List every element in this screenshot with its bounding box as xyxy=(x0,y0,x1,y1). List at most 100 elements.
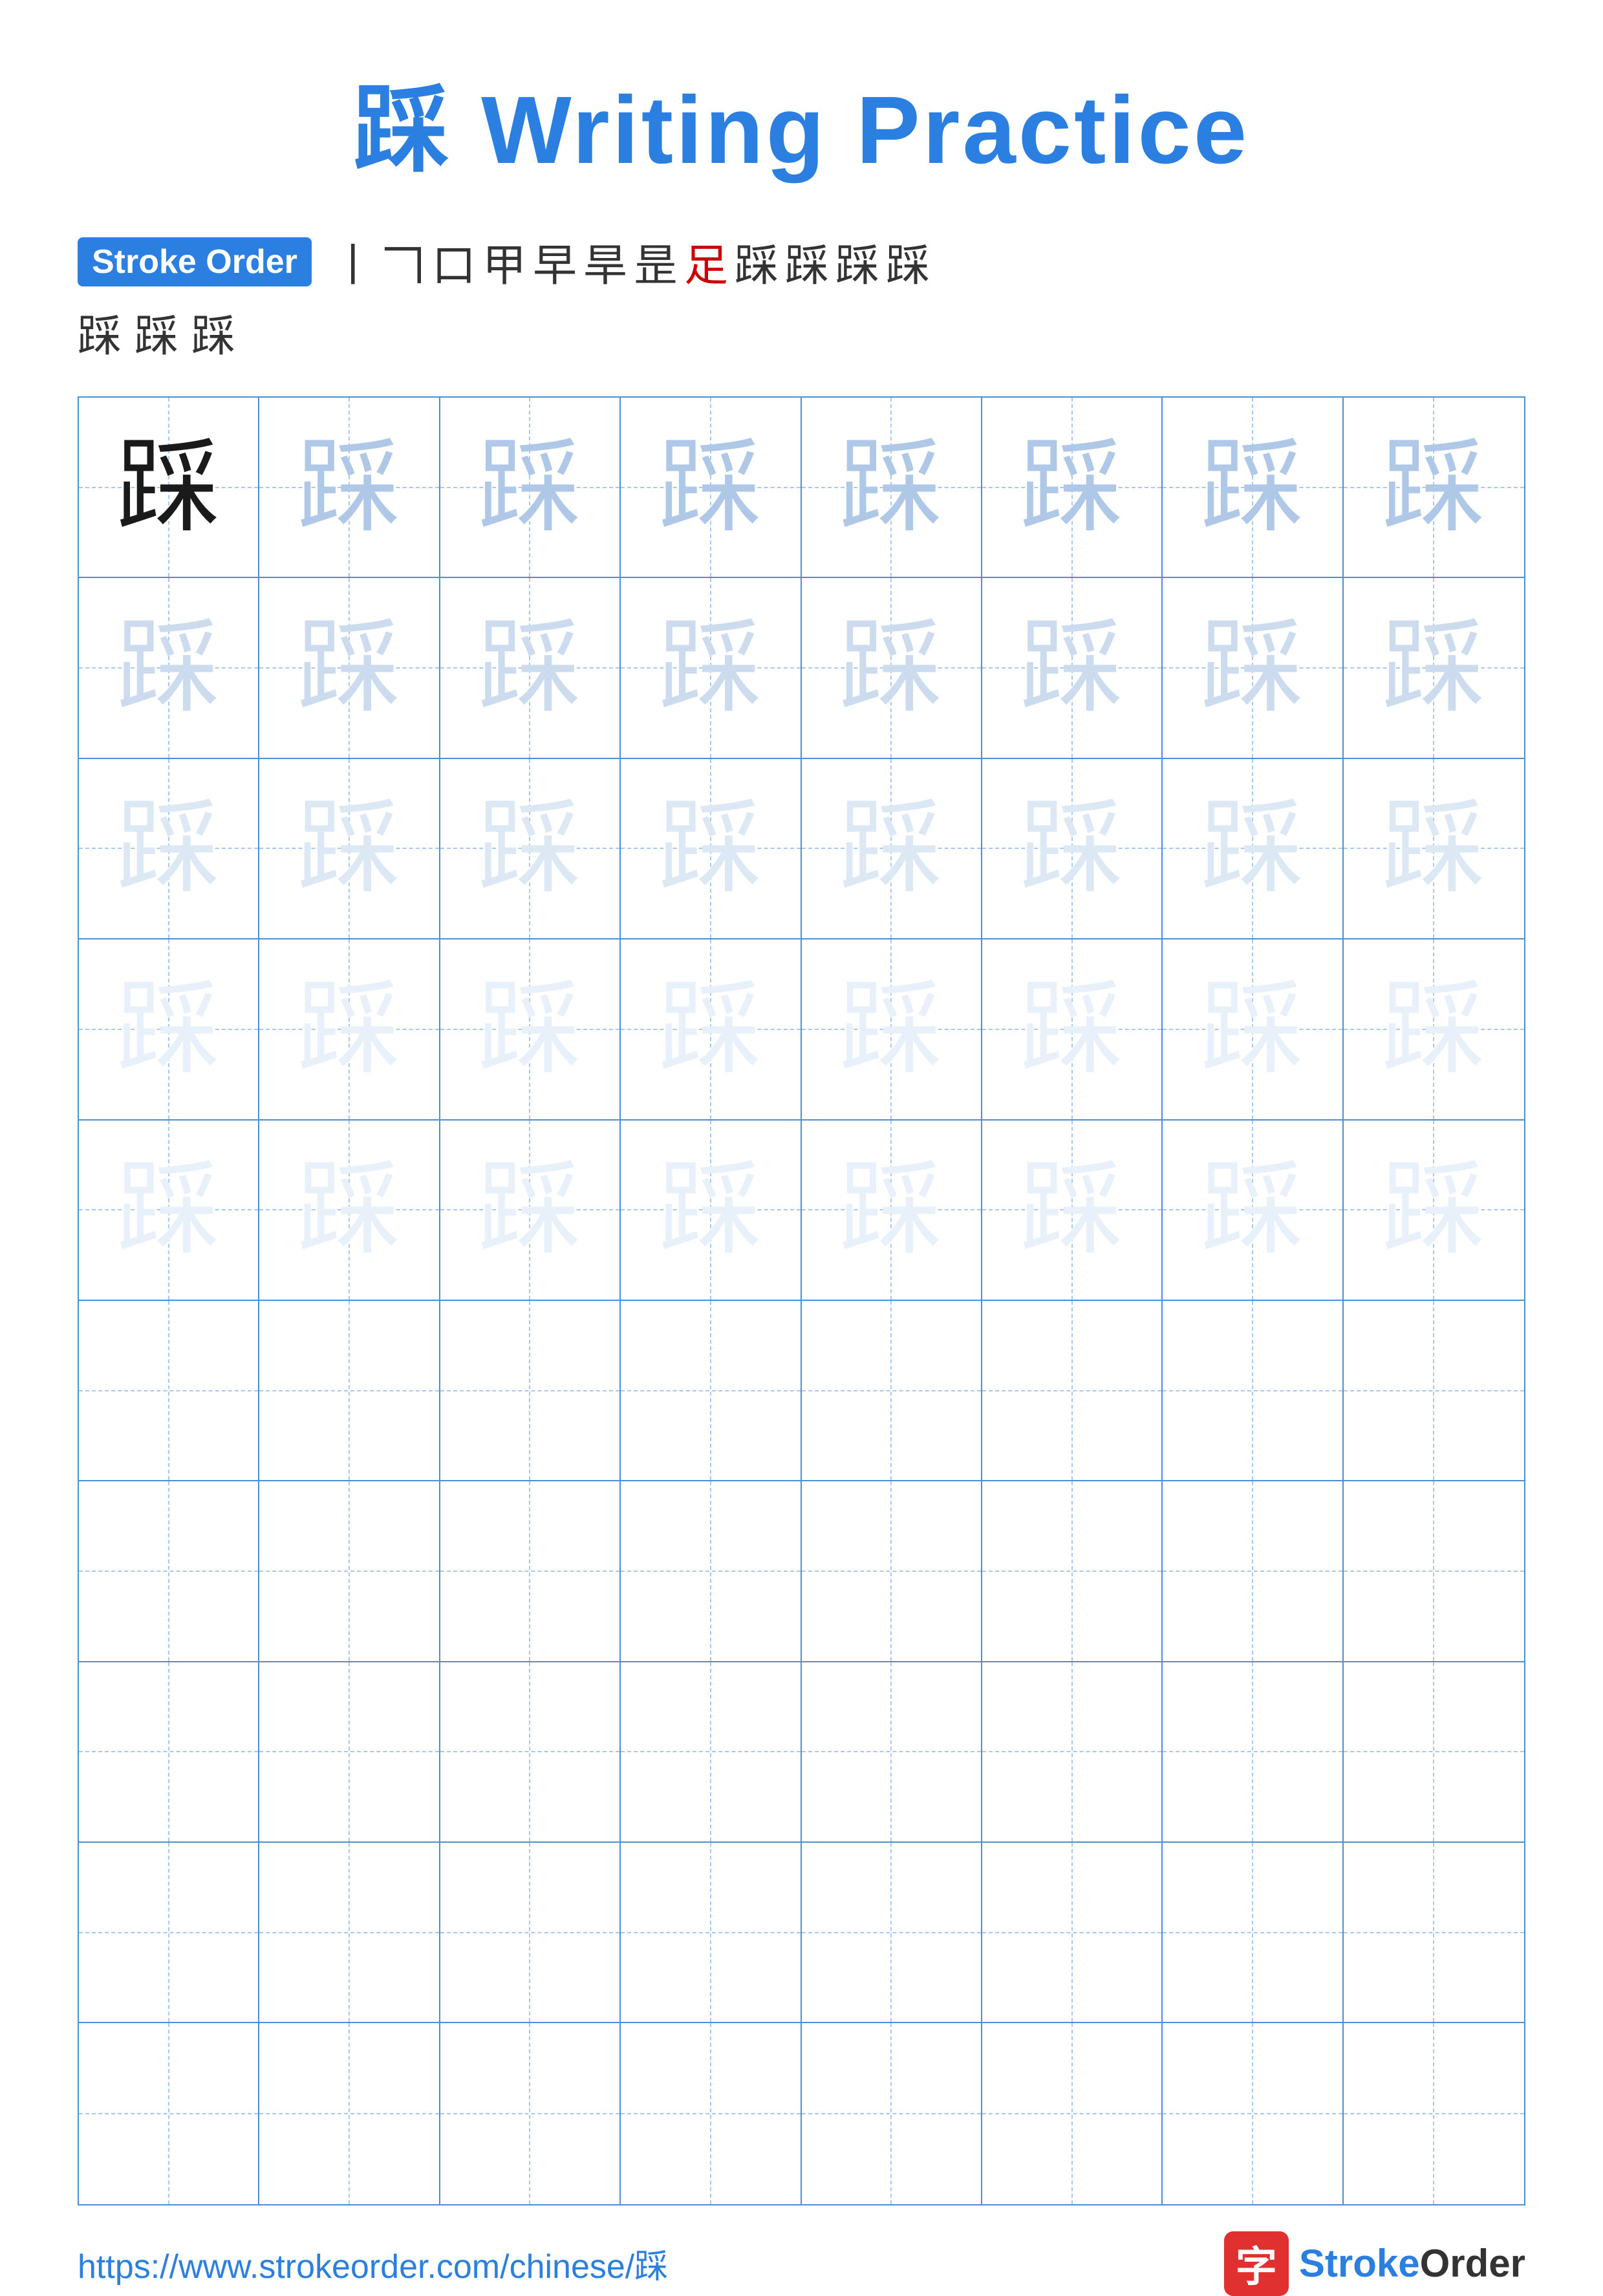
grid-cell[interactable] xyxy=(1163,1481,1343,1662)
grid-cell[interactable]: 踩 xyxy=(982,1121,1163,1301)
grid-cell[interactable] xyxy=(440,1301,621,1481)
grid-cell[interactable]: 踩 xyxy=(259,578,440,758)
grid-cell[interactable]: 踩 xyxy=(982,939,1163,1120)
practice-char: 踩 xyxy=(659,978,762,1081)
grid-cell[interactable] xyxy=(802,1662,982,1843)
grid-cell[interactable]: 踩 xyxy=(1344,398,1524,578)
grid-cell[interactable]: 踩 xyxy=(621,759,801,939)
grid-cell[interactable] xyxy=(982,1481,1163,1662)
grid-cell[interactable] xyxy=(1163,1301,1343,1481)
grid-cell[interactable] xyxy=(982,2023,1163,2204)
grid-cell[interactable]: 踩 xyxy=(802,578,982,758)
grid-cell[interactable] xyxy=(1344,1481,1524,1662)
grid-cell[interactable]: 踩 xyxy=(79,939,259,1120)
grid-cell[interactable]: 踩 xyxy=(259,759,440,939)
footer-logo: 字 StrokeOrder xyxy=(1224,2231,1525,2296)
grid-cell[interactable] xyxy=(440,1481,621,1662)
grid-cell[interactable]: 踩 xyxy=(79,1121,259,1301)
grid-cell[interactable] xyxy=(982,1843,1163,2023)
grid-cell[interactable] xyxy=(79,1843,259,2023)
grid-cell[interactable] xyxy=(259,2023,440,2204)
grid-cell[interactable]: 踩 xyxy=(982,759,1163,939)
grid-row-8 xyxy=(79,1662,1524,1843)
grid-cell[interactable]: 踩 xyxy=(621,578,801,758)
grid-cell[interactable]: 踩 xyxy=(982,398,1163,578)
grid-cell[interactable] xyxy=(79,1662,259,1843)
practice-char: 踩 xyxy=(839,1158,943,1261)
grid-cell[interactable]: 踩 xyxy=(440,759,621,939)
grid-cell[interactable] xyxy=(79,2023,259,2204)
footer-url[interactable]: https://www.strokeorder.com/chinese/踩 xyxy=(78,2239,668,2288)
grid-cell[interactable] xyxy=(982,1662,1163,1843)
grid-cell[interactable] xyxy=(621,1843,801,2023)
grid-cell[interactable]: 踩 xyxy=(79,759,259,939)
grid-cell[interactable] xyxy=(440,1662,621,1843)
grid-cell[interactable] xyxy=(802,1301,982,1481)
stroke-12: 踩 xyxy=(886,230,930,294)
grid-cell[interactable]: 踩 xyxy=(1163,398,1343,578)
stroke-14: 踩 xyxy=(134,300,178,364)
grid-cell[interactable]: 踩 xyxy=(621,939,801,1120)
practice-char: 踩 xyxy=(478,616,581,720)
grid-cell[interactable] xyxy=(802,1481,982,1662)
grid-cell[interactable]: 踩 xyxy=(802,398,982,578)
footer: https://www.strokeorder.com/chinese/踩 字 … xyxy=(78,2205,1525,2296)
grid-cell[interactable]: 踩 xyxy=(79,398,259,578)
grid-cell[interactable] xyxy=(440,2023,621,2204)
grid-row-9 xyxy=(79,1843,1524,2023)
grid-cell[interactable] xyxy=(621,1662,801,1843)
grid-cell[interactable]: 踩 xyxy=(1344,939,1524,1120)
grid-cell[interactable]: 踩 xyxy=(440,1121,621,1301)
grid-cell[interactable] xyxy=(1163,1662,1343,1843)
grid-cell[interactable]: 踩 xyxy=(259,939,440,1120)
grid-cell[interactable]: 踩 xyxy=(1344,578,1524,758)
stroke-13: 踩 xyxy=(78,300,122,364)
grid-cell[interactable] xyxy=(982,1301,1163,1481)
grid-cell[interactable] xyxy=(1344,1301,1524,1481)
stroke-10: 踩 xyxy=(785,230,829,294)
grid-cell[interactable] xyxy=(79,1301,259,1481)
grid-cell[interactable]: 踩 xyxy=(1163,939,1343,1120)
grid-cell[interactable]: 踩 xyxy=(1344,759,1524,939)
grid-cell[interactable]: 踩 xyxy=(440,398,621,578)
grid-cell[interactable]: 踩 xyxy=(259,398,440,578)
grid-cell[interactable] xyxy=(259,1301,440,1481)
grid-cell[interactable] xyxy=(802,1843,982,2023)
grid-cell[interactable]: 踩 xyxy=(1163,759,1343,939)
grid-cell[interactable]: 踩 xyxy=(259,1121,440,1301)
grid-cell[interactable] xyxy=(259,1843,440,2023)
grid-cell[interactable]: 踩 xyxy=(440,939,621,1120)
grid-cell[interactable] xyxy=(259,1481,440,1662)
grid-cell[interactable] xyxy=(802,2023,982,2204)
grid-cell[interactable] xyxy=(1344,1843,1524,2023)
grid-cell[interactable]: 踩 xyxy=(1344,1121,1524,1301)
practice-char: 踩 xyxy=(1020,436,1124,539)
practice-char: 踩 xyxy=(1201,436,1304,539)
grid-cell[interactable]: 踩 xyxy=(802,1121,982,1301)
grid-cell[interactable] xyxy=(1344,1662,1524,1843)
grid-cell[interactable] xyxy=(1163,1843,1343,2023)
grid-cell[interactable]: 踩 xyxy=(79,578,259,758)
grid-cell[interactable]: 踩 xyxy=(621,398,801,578)
grid-cell[interactable] xyxy=(79,1481,259,1662)
practice-char: 踩 xyxy=(297,616,401,720)
grid-cell[interactable]: 踩 xyxy=(440,578,621,758)
grid-cell[interactable] xyxy=(621,2023,801,2204)
grid-cell[interactable]: 踩 xyxy=(621,1121,801,1301)
practice-char: 踩 xyxy=(297,797,401,900)
grid-cell[interactable]: 踩 xyxy=(802,939,982,1120)
grid-cell[interactable] xyxy=(1344,2023,1524,2204)
grid-cell[interactable]: 踩 xyxy=(982,578,1163,758)
grid-row-1: 踩 踩 踩 踩 踩 踩 踩 踩 xyxy=(79,398,1524,578)
practice-char: 踩 xyxy=(659,616,762,720)
grid-cell[interactable] xyxy=(440,1843,621,2023)
grid-cell[interactable]: 踩 xyxy=(802,759,982,939)
grid-cell[interactable] xyxy=(259,1662,440,1843)
grid-cell[interactable] xyxy=(1163,2023,1343,2204)
grid-cell[interactable]: 踩 xyxy=(1163,1121,1343,1301)
grid-cell[interactable] xyxy=(621,1301,801,1481)
practice-char: 踩 xyxy=(1201,1158,1304,1261)
grid-cell[interactable]: 踩 xyxy=(1163,578,1343,758)
page-title: 踩 Writing Practice xyxy=(354,52,1249,191)
grid-cell[interactable] xyxy=(621,1481,801,1662)
